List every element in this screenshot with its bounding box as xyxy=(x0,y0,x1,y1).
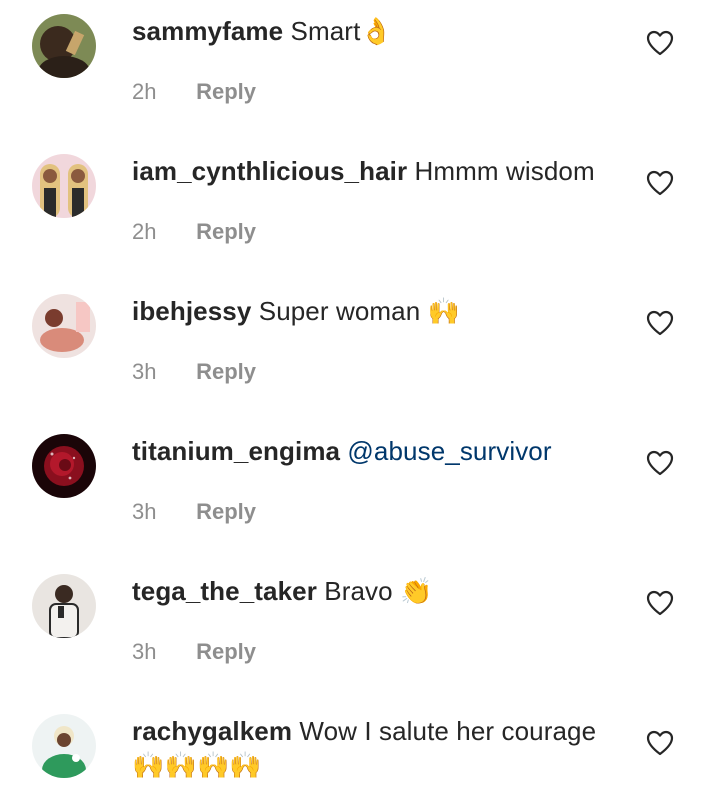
avatar[interactable] xyxy=(32,714,96,778)
heart-outline-icon[interactable] xyxy=(646,30,674,56)
comment-text: iam_cynthlicious_hair Hmmm wisdom xyxy=(132,154,622,188)
mention-link[interactable]: @abuse_survivor xyxy=(347,436,551,466)
comment-time: 2h xyxy=(132,79,157,104)
clapping-hands-emoji-icon: 👏 xyxy=(400,577,433,607)
raising-hands-emoji-icon: 🙌 xyxy=(427,297,461,327)
comment-message: Bravo xyxy=(324,576,393,606)
reply-button[interactable]: Reply xyxy=(196,359,256,384)
comment-time: 3h xyxy=(132,499,157,524)
comment-username[interactable]: titanium_engima xyxy=(132,436,340,466)
comment-meta: 3h Reply xyxy=(132,498,256,526)
comment-meta: 3h Reply xyxy=(132,358,256,386)
comment-time: 3h xyxy=(132,359,157,384)
comment-message: Super woman xyxy=(258,296,421,326)
comment-text: tega_the_taker Bravo 👏 xyxy=(132,574,622,609)
heart-outline-icon[interactable] xyxy=(646,730,674,756)
comment-meta: 3h Reply xyxy=(132,638,256,666)
comment-message: Smart xyxy=(290,16,361,46)
comment-text: ibehjessy Super woman 🙌 xyxy=(132,294,622,329)
comment-message: Wow I salute her courage xyxy=(299,716,597,746)
comment-username[interactable]: tega_the_taker xyxy=(132,576,317,606)
reply-button[interactable]: Reply xyxy=(196,219,256,244)
raising-hands-emoji-icon: 🙌🙌🙌🙌 xyxy=(132,751,262,781)
reply-button[interactable]: Reply xyxy=(196,79,256,104)
heart-outline-icon[interactable] xyxy=(646,310,674,336)
comment-time: 2h xyxy=(132,219,157,244)
comment-item: tega_the_taker Bravo 👏 3h Reply xyxy=(0,560,720,700)
comment-text: rachygalkem Wow I salute her courage 🙌🙌🙌… xyxy=(132,714,622,783)
heart-outline-icon[interactable] xyxy=(646,590,674,616)
comment-message: Hmmm wisdom xyxy=(414,156,595,186)
comment-meta: 2h Reply xyxy=(132,218,256,246)
heart-outline-icon[interactable] xyxy=(646,450,674,476)
comment-item: titanium_engima @abuse_survivor 3h Reply xyxy=(0,420,720,560)
comment-text: sammyfame Smart👌 xyxy=(132,14,622,49)
comment-item: iam_cynthlicious_hair Hmmm wisdom 2h Rep… xyxy=(0,140,720,280)
reply-button[interactable]: Reply xyxy=(196,639,256,664)
comment-username[interactable]: sammyfame xyxy=(132,16,283,46)
comment-meta: 2h Reply xyxy=(132,78,256,106)
comment-username[interactable]: iam_cynthlicious_hair xyxy=(132,156,407,186)
comment-username[interactable]: rachygalkem xyxy=(132,716,292,746)
reply-button[interactable]: Reply xyxy=(196,499,256,524)
comment-text: titanium_engima @abuse_survivor xyxy=(132,434,622,468)
avatar[interactable] xyxy=(32,574,96,638)
avatar[interactable] xyxy=(32,294,96,358)
comment-username[interactable]: ibehjessy xyxy=(132,296,251,326)
avatar[interactable] xyxy=(32,14,96,78)
heart-outline-icon[interactable] xyxy=(646,170,674,196)
comment-item: rachygalkem Wow I salute her courage 🙌🙌🙌… xyxy=(0,700,720,800)
avatar[interactable] xyxy=(32,154,96,218)
comment-item: sammyfame Smart👌 2h Reply xyxy=(0,0,720,140)
ok-hand-emoji-icon: 👌 xyxy=(360,17,393,47)
avatar[interactable] xyxy=(32,434,96,498)
comment-item: ibehjessy Super woman 🙌 3h Reply xyxy=(0,280,720,420)
comment-time: 3h xyxy=(132,639,157,664)
